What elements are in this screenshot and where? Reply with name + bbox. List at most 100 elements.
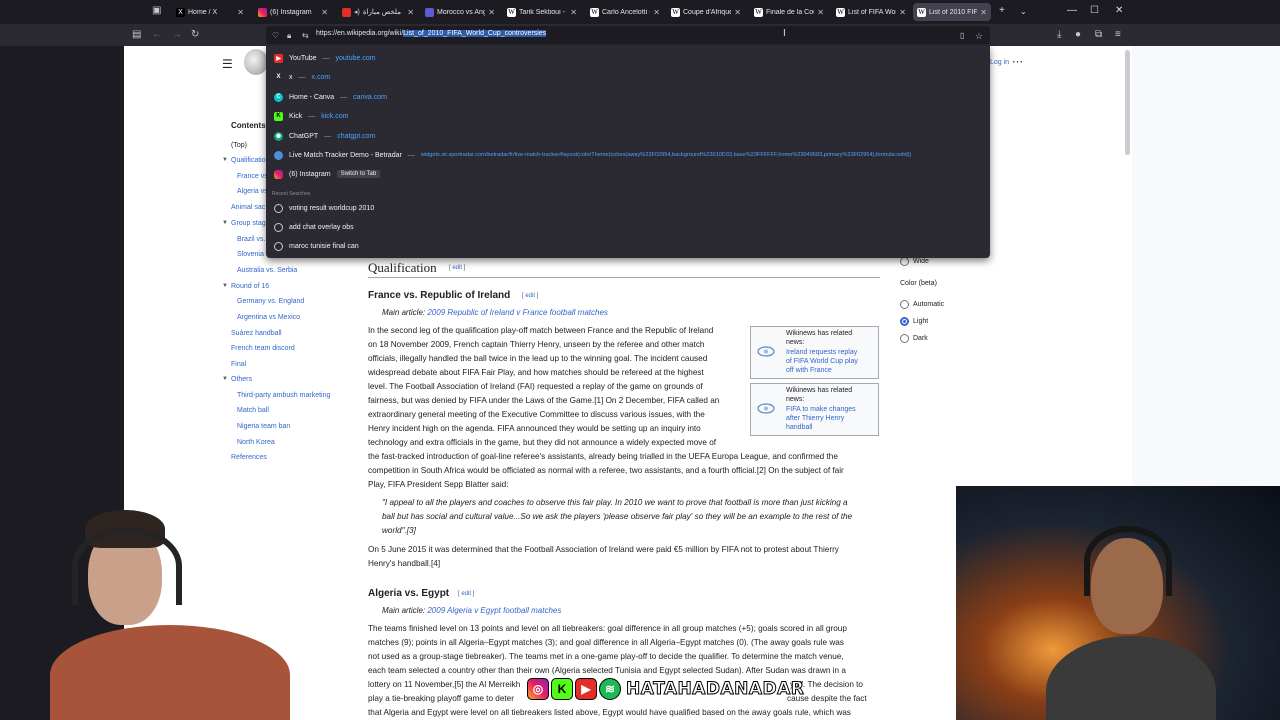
list-tabs-icon[interactable]: ⌄ [1020, 7, 1027, 16]
forward-icon[interactable]: → [172, 28, 182, 42]
suggestion-chatgpt[interactable]: ✺ ChatGPT — chatgpt.com [274, 128, 375, 144]
toc-item-suarez[interactable]: Suárez handball [231, 330, 282, 337]
toc-item-round-of-16[interactable]: Round of 16 [231, 283, 269, 290]
suggestion-kick[interactable]: K Kick — kick.com [274, 108, 348, 124]
new-tab-icon[interactable]: + [999, 5, 1005, 16]
close-tab-icon[interactable]: ✕ [817, 8, 824, 17]
speaker-icon[interactable]: ◂) [354, 8, 360, 16]
sidebar-panel-icon[interactable]: ▤ [132, 28, 141, 42]
shield-icon[interactable]: ♡ [272, 29, 279, 43]
close-tab-icon[interactable]: ✕ [734, 8, 741, 17]
suggestion-canva[interactable]: C Home - Canva — canva.com [274, 89, 387, 105]
toc-item-french-team[interactable]: French team discord [231, 345, 295, 352]
toc-item-ambush[interactable]: Third-party ambush marketing [237, 392, 330, 399]
toc-item-germany[interactable]: Germany vs. England [237, 298, 304, 305]
minimize-icon[interactable]: — [1067, 5, 1077, 16]
suggestion-youtube[interactable]: ▶ YouTube — youtube.com [274, 50, 376, 66]
lock-icon[interactable]: 🔒︎ [287, 29, 291, 43]
tab-3[interactable]: Morocco vs Ang ✕ [421, 3, 499, 21]
switch-to-tab-button[interactable]: Switch to Tab [336, 170, 381, 178]
reader-view-icon[interactable]: ▯ [960, 29, 964, 43]
chevron-down-icon[interactable]: ▼ [222, 283, 228, 289]
login-link[interactable]: Log in [990, 59, 1009, 66]
tab-1[interactable]: (6) Instagram ✕ [254, 3, 332, 21]
main-article-link[interactable]: 2009 Republic of Ireland v France footba… [427, 308, 608, 317]
close-tab-icon[interactable]: ✕ [570, 8, 577, 17]
quote-line: world".[3] [382, 526, 416, 535]
close-tab-icon[interactable]: ✕ [653, 8, 660, 17]
wikinews-link[interactable]: after Thierry Henry [786, 414, 844, 423]
social-overlay: ◎ K ▶ ≋ HATAHADANADAR [527, 677, 804, 701]
toc-item-slovenia[interactable]: Slovenia [237, 251, 264, 258]
menu-icon[interactable]: ≡ [1115, 28, 1121, 42]
maximize-icon[interactable]: ☐ [1090, 5, 1099, 16]
tab-2[interactable]: ◂) ملخص مباراة ✕ [338, 3, 418, 21]
tab-0[interactable]: X Home / X ✕ [172, 3, 248, 21]
toc-item-top[interactable]: (Top) [231, 142, 247, 149]
toc-item-brazil[interactable]: Brazil vs. [237, 236, 265, 243]
close-window-icon[interactable]: ✕ [1115, 5, 1123, 16]
tab-4[interactable]: W Tarik Sektioui - Wi ✕ [503, 3, 581, 21]
tab-8[interactable]: W List of FIFA Worl ✕ [832, 3, 910, 21]
text-line: Henry's handball.[4] [368, 559, 441, 568]
tab-5[interactable]: W Carlo Ancelotti - V ✕ [586, 3, 664, 21]
close-tab-icon[interactable]: ✕ [980, 8, 987, 17]
wikinews-link[interactable]: handball [786, 423, 812, 432]
wikinews-icon [757, 403, 775, 414]
close-tab-icon[interactable]: ✕ [488, 8, 495, 17]
tab-7[interactable]: W Finale de la Coup ✕ [750, 3, 828, 21]
edit-link[interactable]: [ edit ] [522, 293, 538, 299]
edit-link[interactable]: [ edit ] [449, 265, 465, 271]
more-options-icon[interactable]: ⋯ [1012, 55, 1023, 68]
wikinews-link[interactable]: FIFA to make changes [786, 405, 856, 414]
youtube-icon [342, 7, 351, 17]
close-tab-icon[interactable]: ✕ [407, 8, 414, 17]
toc-item-australia[interactable]: Australia vs. Serbia [237, 267, 297, 274]
bookmark-star-icon[interactable]: ☆ [975, 29, 983, 43]
wikinews-link[interactable]: Ireland requests replay [786, 348, 857, 357]
tab-6[interactable]: W Coupe d'Afrique ✕ [667, 3, 745, 21]
recent-search-item[interactable]: voting result worldcup 2010 [274, 200, 374, 216]
close-tab-icon[interactable]: ✕ [237, 8, 244, 17]
downloads-icon[interactable]: ⤓ [1057, 28, 1061, 42]
recent-search-item[interactable]: maroc tunisie final can [274, 238, 359, 254]
chevron-down-icon[interactable]: ▼ [222, 376, 228, 382]
scrollbar[interactable] [1125, 50, 1130, 155]
color-automatic-radio[interactable] [900, 300, 909, 309]
extensions-icon[interactable]: ⧉ [1095, 28, 1102, 42]
toc-item-final[interactable]: Final [231, 361, 246, 368]
main-article-link[interactable]: 2009 Algeria v Egypt football matches [427, 606, 561, 615]
close-tab-icon[interactable]: ✕ [899, 8, 906, 17]
tab-bar: ▣ X Home / X ✕ (6) Instagram ✕ ◂) ملخص م… [0, 0, 1280, 24]
toc-item-argentina[interactable]: Argentina vs Mexico [237, 314, 300, 321]
chevron-down-icon[interactable]: ▼ [222, 157, 228, 163]
suggestion-betradar[interactable]: Live Match Tracker Demo - Betradar — widge… [274, 147, 911, 163]
toc-item-animal[interactable]: Animal sac [231, 204, 265, 211]
main-menu-icon[interactable]: ☰ [222, 57, 233, 71]
wikinews-link[interactable]: off with France [786, 366, 832, 375]
sidebar-toggle-icon[interactable]: ▣ [152, 4, 161, 18]
toc-item-references[interactable]: References [231, 454, 267, 461]
color-dark-radio[interactable] [900, 334, 909, 343]
toc-item-others[interactable]: Others [231, 376, 252, 383]
chevron-down-icon[interactable]: ▼ [222, 220, 228, 226]
recent-search-item[interactable]: add chat overlay obs [274, 219, 354, 235]
toc-item-qualification[interactable]: Qualification [231, 157, 270, 164]
toc-item-nigeria[interactable]: Nigeria team ban [237, 423, 290, 430]
tab-9-active[interactable]: W List of 2010 FIFA ✕ [913, 3, 991, 21]
close-tab-icon[interactable]: ✕ [321, 8, 328, 17]
reload-icon[interactable]: ↻ [191, 28, 199, 42]
wikinews-link[interactable]: of FIFA World Cup play [786, 357, 858, 366]
toc-item-group-stage[interactable]: Group stage [231, 220, 270, 227]
suggestion-instagram[interactable]: (6) Instagram Switch to Tab [274, 166, 381, 182]
width-wide-radio[interactable] [900, 257, 909, 266]
toc-item-north-korea[interactable]: North Korea [237, 439, 275, 446]
page-info-icon[interactable]: ⇆ [302, 29, 309, 43]
back-icon[interactable]: ← [152, 28, 162, 42]
suggestion-x[interactable]: X x — x.com [274, 69, 330, 85]
color-light-radio[interactable] [900, 317, 909, 326]
wikipedia-logo[interactable] [244, 49, 268, 75]
edit-link[interactable]: [ edit ] [458, 591, 474, 597]
toc-item-match-ball[interactable]: Match ball [237, 407, 269, 414]
account-icon[interactable]: ● [1075, 28, 1081, 42]
